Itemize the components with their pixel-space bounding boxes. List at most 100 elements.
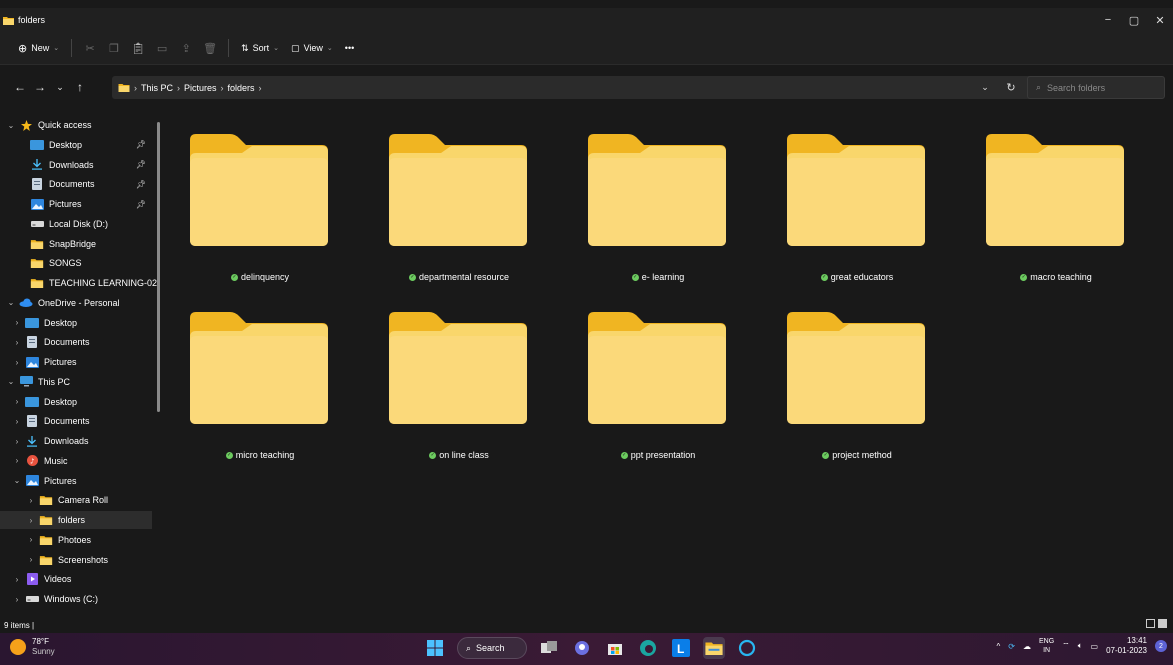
folder-item[interactable]: ✓ macro teaching bbox=[961, 116, 1131, 296]
sidebar-item-music[interactable]: › ♪ Music bbox=[0, 452, 152, 470]
folder-item[interactable]: ✓ project method bbox=[762, 294, 932, 474]
chevron-right-icon[interactable]: › bbox=[12, 338, 22, 347]
sidebar-item-documents[interactable]: Documents 📌︎ bbox=[0, 175, 152, 193]
sidebar-item-camera-roll[interactable]: › Camera Roll bbox=[0, 491, 152, 509]
chevron-right-icon[interactable]: › bbox=[12, 595, 22, 604]
chevron-right-icon[interactable]: › bbox=[12, 358, 22, 367]
sidebar-item-snapbridge[interactable]: SnapBridge bbox=[0, 235, 152, 253]
search-input[interactable]: ⌕ Search folders bbox=[1027, 76, 1165, 99]
sidebar-item-pictures[interactable]: ⌄ Pictures bbox=[0, 472, 152, 490]
delete-icon[interactable]: 🗑︎ bbox=[198, 38, 222, 58]
sidebar-item-desktop[interactable]: Desktop 📌︎ bbox=[0, 136, 152, 154]
breadcrumb-folders[interactable]: folders bbox=[228, 83, 255, 93]
chevron-right-icon[interactable]: › bbox=[12, 397, 22, 406]
chevron-right-icon[interactable]: › bbox=[26, 535, 36, 544]
sidebar-item-videos[interactable]: › Videos bbox=[0, 570, 152, 588]
wifi-icon[interactable]: ⌔ bbox=[1062, 641, 1070, 651]
l-app-icon[interactable]: L bbox=[670, 637, 692, 659]
chevron-down-icon[interactable]: ⌄ bbox=[6, 121, 16, 130]
chevron-down-icon[interactable]: ⌄ bbox=[6, 298, 16, 307]
chevron-right-icon[interactable]: › bbox=[12, 575, 22, 584]
weather-widget[interactable]: 78°F Sunny bbox=[10, 637, 55, 657]
start-icon[interactable] bbox=[424, 637, 446, 659]
sidebar-item-teaching-learning-02[interactable]: TEACHING LEARNING-02 bbox=[0, 274, 157, 292]
sidebar-item-documents[interactable]: › Documents bbox=[0, 333, 152, 351]
sidebar-item-screenshots[interactable]: › Screenshots bbox=[0, 551, 152, 569]
sidebar-item-desktop[interactable]: › Desktop bbox=[0, 393, 152, 411]
forward-arrow-icon[interactable]: → bbox=[30, 80, 50, 94]
chevron-right-icon[interactable]: › bbox=[26, 555, 36, 564]
sidebar-item-this-pc[interactable]: ⌄ This PC bbox=[0, 373, 152, 391]
folder-item[interactable]: ✓ delinquency bbox=[165, 116, 335, 296]
cut-icon[interactable]: ✂ bbox=[78, 38, 102, 58]
cortana-icon[interactable] bbox=[736, 637, 758, 659]
sidebar-item-folders[interactable]: › folders bbox=[0, 511, 152, 529]
region-code: IN bbox=[1043, 647, 1051, 654]
sidebar-item-pictures[interactable]: › Pictures bbox=[0, 353, 152, 371]
new-button[interactable]: ⊕ New ⌄ bbox=[12, 39, 65, 58]
folder-icon bbox=[787, 134, 925, 246]
back-arrow-icon[interactable]: ← bbox=[10, 80, 30, 94]
task-view-icon[interactable] bbox=[538, 637, 560, 659]
minimize-button[interactable]: − bbox=[1095, 8, 1121, 32]
rename-icon[interactable]: ▭ bbox=[150, 38, 174, 58]
maximize-button[interactable]: ▢ bbox=[1121, 8, 1147, 32]
folder-item[interactable]: ✓ great educators bbox=[762, 116, 932, 296]
breadcrumb-pictures[interactable]: Pictures bbox=[184, 83, 217, 93]
folder-item[interactable]: ✓ on line class bbox=[364, 294, 534, 474]
edge-browser-icon[interactable] bbox=[637, 637, 659, 659]
share-icon[interactable]: ⇪ bbox=[174, 38, 198, 58]
address-history-icon[interactable]: ⌄ bbox=[975, 76, 995, 99]
chevron-right-icon[interactable]: › bbox=[12, 437, 22, 446]
folder-item[interactable]: ✓ ppt presentation bbox=[563, 294, 733, 474]
scrollbar[interactable] bbox=[157, 122, 160, 412]
chat-icon[interactable] bbox=[571, 637, 593, 659]
onedrive-cloud-icon[interactable]: ☁ bbox=[1023, 642, 1031, 651]
file-explorer-icon[interactable] bbox=[703, 637, 725, 659]
folder-grid: ✓ delinquency ✓ departmental resource ✓ e- le… bbox=[165, 116, 1173, 616]
address-bar[interactable]: › This PC › Pictures › folders › bbox=[112, 76, 1047, 99]
chevron-down-icon[interactable]: ⌄ bbox=[12, 476, 22, 485]
sidebar-item-photoes[interactable]: › Photoes bbox=[0, 531, 152, 549]
volume-icon[interactable]: 🔈︎ bbox=[1078, 641, 1083, 651]
taskbar-search[interactable]: ⌕ Search bbox=[457, 637, 527, 659]
clock[interactable]: 13:41 07-01-2023 bbox=[1106, 636, 1147, 656]
sidebar-item-downloads[interactable]: Downloads 📌︎ bbox=[0, 156, 152, 174]
sort-button[interactable]: ⇅ Sort ⌄ bbox=[235, 40, 285, 57]
chevron-right-icon[interactable]: › bbox=[12, 417, 22, 426]
sidebar-item-desktop[interactable]: › Desktop bbox=[0, 314, 152, 332]
folder-item[interactable]: ✓ micro teaching bbox=[165, 294, 335, 474]
chevron-right-icon[interactable]: › bbox=[26, 496, 36, 505]
tiles-view-icon[interactable] bbox=[1158, 619, 1167, 628]
breadcrumb-this-pc[interactable]: This PC bbox=[141, 83, 173, 93]
sidebar-item-downloads[interactable]: › Downloads bbox=[0, 432, 152, 450]
sidebar-item-songs[interactable]: SONGS bbox=[0, 254, 152, 272]
folder-item[interactable]: ✓ departmental resource bbox=[364, 116, 534, 296]
chevron-right-icon[interactable]: › bbox=[26, 516, 36, 525]
sidebar-item-onedrive-personal[interactable]: ⌄ OneDrive - Personal bbox=[0, 294, 152, 312]
view-button[interactable]: ▢ View ⌄ bbox=[285, 40, 339, 57]
paste-icon[interactable]: 📋︎ bbox=[126, 38, 150, 58]
copy-icon[interactable]: ❐ bbox=[102, 38, 126, 58]
sync-icon[interactable]: ⟳ bbox=[1008, 642, 1015, 651]
chevron-right-icon[interactable]: › bbox=[12, 456, 22, 465]
battery-icon[interactable]: ▭ bbox=[1091, 642, 1099, 651]
show-hidden-icons-icon[interactable]: ^ bbox=[997, 642, 1001, 651]
sidebar-item-quick-access[interactable]: ⌄ Quick access bbox=[0, 116, 152, 134]
details-view-icon[interactable] bbox=[1146, 619, 1155, 628]
chevron-right-icon[interactable]: › bbox=[12, 318, 22, 327]
store-icon[interactable] bbox=[604, 637, 626, 659]
recent-locations-icon[interactable]: ⌄ bbox=[50, 82, 70, 93]
sidebar-item-documents[interactable]: › Documents bbox=[0, 412, 152, 430]
up-arrow-icon[interactable]: ↑ bbox=[70, 80, 90, 94]
chevron-down-icon[interactable]: ⌄ bbox=[6, 377, 16, 386]
notification-badge[interactable]: 2 bbox=[1155, 640, 1167, 652]
more-options-button[interactable]: ••• bbox=[339, 40, 360, 56]
language-indicator[interactable]: ENG IN bbox=[1039, 637, 1054, 655]
refresh-icon[interactable]: ↻ bbox=[1001, 76, 1021, 99]
sidebar-item-windows-c[interactable]: › Windows (C:) bbox=[0, 590, 152, 608]
sidebar-item-local-disk-d[interactable]: Local Disk (D:) bbox=[0, 215, 152, 233]
close-button[interactable]: ✕ bbox=[1147, 8, 1173, 32]
sidebar-item-pictures[interactable]: Pictures 📌︎ bbox=[0, 195, 152, 213]
folder-item[interactable]: ✓ e- learning bbox=[563, 116, 733, 296]
